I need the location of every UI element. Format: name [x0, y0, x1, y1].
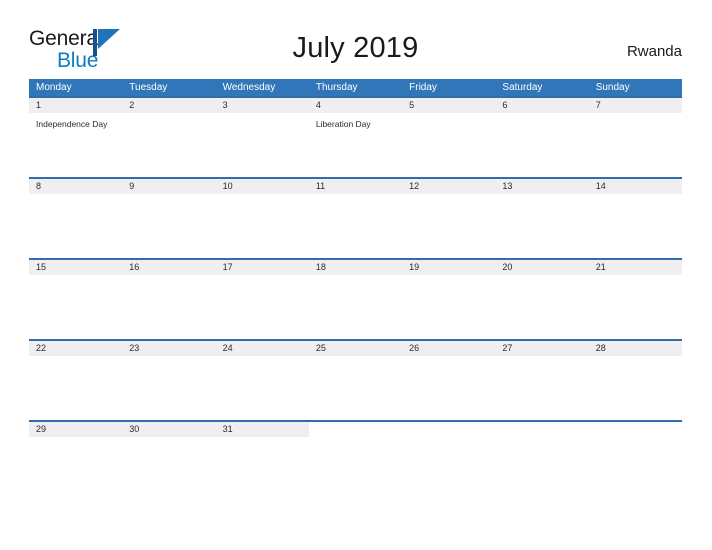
day-cell[interactable]: 24 [215, 341, 309, 420]
day-cell[interactable]: 19 [402, 260, 496, 339]
day-cell[interactable]: 15 [29, 260, 123, 339]
day-cell[interactable]: 1 Independence Day [29, 98, 123, 177]
day-number: 17 [215, 260, 309, 275]
day-number: 22 [29, 341, 123, 356]
day-cell-empty [402, 422, 496, 501]
day-cell[interactable]: 20 [495, 260, 589, 339]
day-number: 8 [29, 179, 123, 194]
day-cell[interactable]: 3 [215, 98, 309, 177]
region-label: Rwanda [626, 43, 682, 60]
day-number: 20 [495, 260, 589, 275]
day-number: 1 [29, 98, 123, 113]
day-number [308, 422, 403, 437]
day-cell[interactable]: 7 [588, 98, 682, 177]
day-header-tuesday: Tuesday [129, 82, 168, 93]
day-number: 16 [122, 260, 216, 275]
day-cell[interactable]: 23 [122, 341, 216, 420]
week-row: 29 30 31 [29, 420, 682, 501]
day-cell[interactable]: 14 [588, 179, 682, 258]
day-number: 28 [588, 341, 682, 356]
page-title: July 2019 [292, 32, 419, 64]
day-header-thursday: Thursday [315, 82, 358, 93]
day-number: 7 [588, 98, 682, 113]
day-cell[interactable]: 18 [308, 260, 403, 339]
day-number: 14 [588, 179, 682, 194]
day-header-saturday: Saturday [502, 82, 543, 93]
day-number: 29 [29, 422, 123, 437]
day-number: 23 [122, 341, 216, 356]
day-cell[interactable]: 10 [215, 179, 309, 258]
week-row: 22 23 24 25 26 27 28 [29, 339, 682, 420]
day-cell[interactable]: 29 [29, 422, 123, 501]
day-number: 3 [215, 98, 309, 113]
day-number: 31 [215, 422, 309, 437]
day-cell-empty [495, 422, 589, 501]
week-row: 1 Independence Day 2 3 4 Liberation Day … [29, 96, 682, 177]
day-number: 18 [308, 260, 403, 275]
day-cell[interactable]: 16 [122, 260, 216, 339]
day-header-friday: Friday [409, 82, 437, 93]
day-cell[interactable]: 6 [495, 98, 589, 177]
day-number [588, 422, 682, 437]
day-cell[interactable]: 2 [122, 98, 216, 177]
day-cell[interactable]: 30 [122, 422, 216, 501]
day-cell-empty [588, 422, 682, 501]
day-number: 25 [308, 341, 403, 356]
day-event: Liberation Day [315, 119, 371, 129]
day-number: 6 [495, 98, 589, 113]
day-number: 9 [122, 179, 216, 194]
day-cell-empty [308, 422, 403, 501]
day-number: 24 [215, 341, 309, 356]
day-number: 11 [308, 179, 403, 194]
day-cell[interactable]: 11 [308, 179, 403, 258]
day-number: 30 [122, 422, 216, 437]
day-cell[interactable]: 9 [122, 179, 216, 258]
day-number [495, 422, 589, 437]
day-cell[interactable]: 28 [588, 341, 682, 420]
day-number: 27 [495, 341, 589, 356]
day-number [402, 422, 496, 437]
calendar-grid: Monday Tuesday Wednesday Thursday Friday… [29, 79, 682, 501]
day-header-monday: Monday [36, 82, 72, 93]
day-header-sunday: Sunday [595, 82, 630, 93]
day-cell[interactable]: 22 [29, 341, 123, 420]
day-cell[interactable]: 21 [588, 260, 682, 339]
day-number: 13 [495, 179, 589, 194]
day-cell[interactable]: 13 [495, 179, 589, 258]
day-number: 12 [402, 179, 496, 194]
day-cell[interactable]: 27 [495, 341, 589, 420]
day-number: 5 [402, 98, 496, 113]
day-number: 15 [29, 260, 123, 275]
day-number: 10 [215, 179, 309, 194]
day-cell[interactable]: 17 [215, 260, 309, 339]
day-cell[interactable]: 31 [215, 422, 309, 501]
day-cell[interactable]: 25 [308, 341, 403, 420]
day-cell[interactable]: 5 [402, 98, 496, 177]
week-row: 15 16 17 18 19 20 21 [29, 258, 682, 339]
day-number: 4 [308, 98, 403, 113]
calendar-page: General Blue July 2019 Rwanda Monday Tue… [0, 0, 712, 550]
page-header: General Blue July 2019 Rwanda [29, 26, 682, 72]
day-number: 19 [402, 260, 496, 275]
day-cell[interactable]: 12 [402, 179, 496, 258]
day-cell[interactable]: 4 Liberation Day [308, 98, 403, 177]
week-row: 8 9 10 11 12 13 14 [29, 177, 682, 258]
day-cell[interactable]: 8 [29, 179, 123, 258]
day-number: 26 [402, 341, 496, 356]
day-event: Independence Day [36, 119, 108, 129]
day-of-week-header-row: Monday Tuesday Wednesday Thursday Friday… [29, 79, 682, 96]
day-header-wednesday: Wednesday [222, 82, 276, 93]
day-number: 21 [588, 260, 682, 275]
day-number: 2 [122, 98, 216, 113]
day-cell[interactable]: 26 [402, 341, 496, 420]
